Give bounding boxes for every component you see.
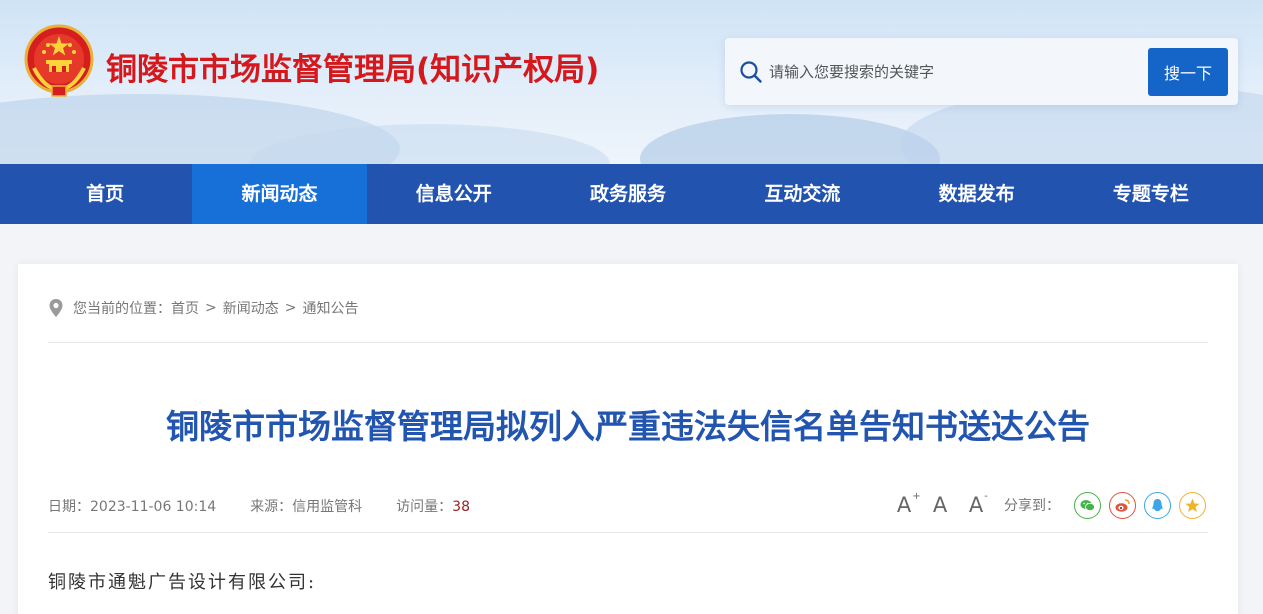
share-qq-button[interactable]	[1144, 491, 1171, 519]
star-icon	[1185, 498, 1200, 512]
breadcrumb-link-notices[interactable]: 通知公告	[302, 298, 358, 318]
wechat-icon	[1080, 499, 1095, 511]
nav-item-home[interactable]: 首页	[18, 164, 192, 224]
background-hill	[640, 114, 940, 164]
plus-mark: +	[912, 491, 921, 502]
visit-count: 访问量：38	[396, 496, 470, 516]
visit-count-label: 访问量：	[396, 499, 453, 515]
font-size-larger-button[interactable]: A +	[886, 491, 922, 517]
article-title: 铜陵市市场监督管理局拟列入严重违法失信名单告知书送达公告	[166, 407, 1090, 446]
breadcrumb-prefix: 您当前的位置：	[73, 301, 171, 317]
nav-item-interaction[interactable]: 互动交流	[715, 164, 889, 224]
breadcrumb: 您当前的位置： 首页 > 新闻动态 > 通知公告	[48, 298, 358, 318]
qq-icon	[1152, 498, 1163, 511]
search-icon	[740, 61, 762, 83]
share-favorite-button[interactable]	[1179, 491, 1206, 519]
breadcrumb-separator: >	[284, 300, 297, 316]
location-pin-icon	[49, 299, 63, 317]
main-nav: 首页 新闻动态 信息公开 政务服务 互动交流 数据发布 专题专栏	[0, 164, 1263, 224]
weibo-icon	[1115, 498, 1130, 512]
article-card: 您当前的位置： 首页 > 新闻动态 > 通知公告 铜陵市市场监督管理局拟列入严重…	[18, 264, 1238, 614]
nav-item-government-services[interactable]: 政务服务	[541, 164, 715, 224]
font-size-normal-button[interactable]: A	[922, 493, 958, 517]
visit-count-value: 38	[452, 499, 470, 515]
divider	[48, 342, 1208, 343]
publish-date: 日期：2023-11-06 10:14	[48, 499, 217, 515]
share-weibo-button[interactable]	[1109, 491, 1136, 519]
divider	[48, 532, 1208, 533]
font-smaller-label: A	[968, 493, 984, 517]
article-source: 来源：信用监管科	[250, 499, 363, 515]
search-input[interactable]	[769, 58, 1129, 86]
nav-item-info-disclosure[interactable]: 信息公开	[367, 164, 541, 224]
site-header: 铜陵市市场监督管理局(知识产权局) 搜一下	[0, 0, 1263, 164]
font-larger-label: A	[896, 493, 912, 517]
nav-item-special-topics[interactable]: 专题专栏	[1064, 164, 1238, 224]
article-body-salutation: 铜陵市通魁广告设计有限公司:	[48, 572, 317, 593]
nav-item-data-release[interactable]: 数据发布	[889, 164, 1063, 224]
nav-item-news[interactable]: 新闻动态	[192, 164, 367, 224]
article-tools: A + A A- 分享到：	[886, 490, 1206, 520]
share-label: 分享到：	[1004, 498, 1060, 514]
font-size-smaller-button[interactable]: A-	[958, 491, 994, 517]
search-button[interactable]: 搜一下	[1148, 48, 1228, 96]
minus-mark: -	[984, 491, 988, 502]
share-wechat-button[interactable]	[1074, 491, 1101, 519]
site-title[interactable]: 铜陵市市场监督管理局(知识产权局)	[106, 44, 599, 89]
breadcrumb-separator: >	[205, 300, 217, 316]
article-meta: 日期：2023-11-06 10:14 来源：信用监管科 访问量：38	[48, 496, 504, 516]
search-box: 搜一下	[725, 38, 1238, 105]
national-emblem-icon[interactable]	[24, 24, 94, 98]
breadcrumb-link-news[interactable]: 新闻动态	[223, 298, 279, 318]
breadcrumb-link-home[interactable]: 首页	[171, 298, 199, 318]
